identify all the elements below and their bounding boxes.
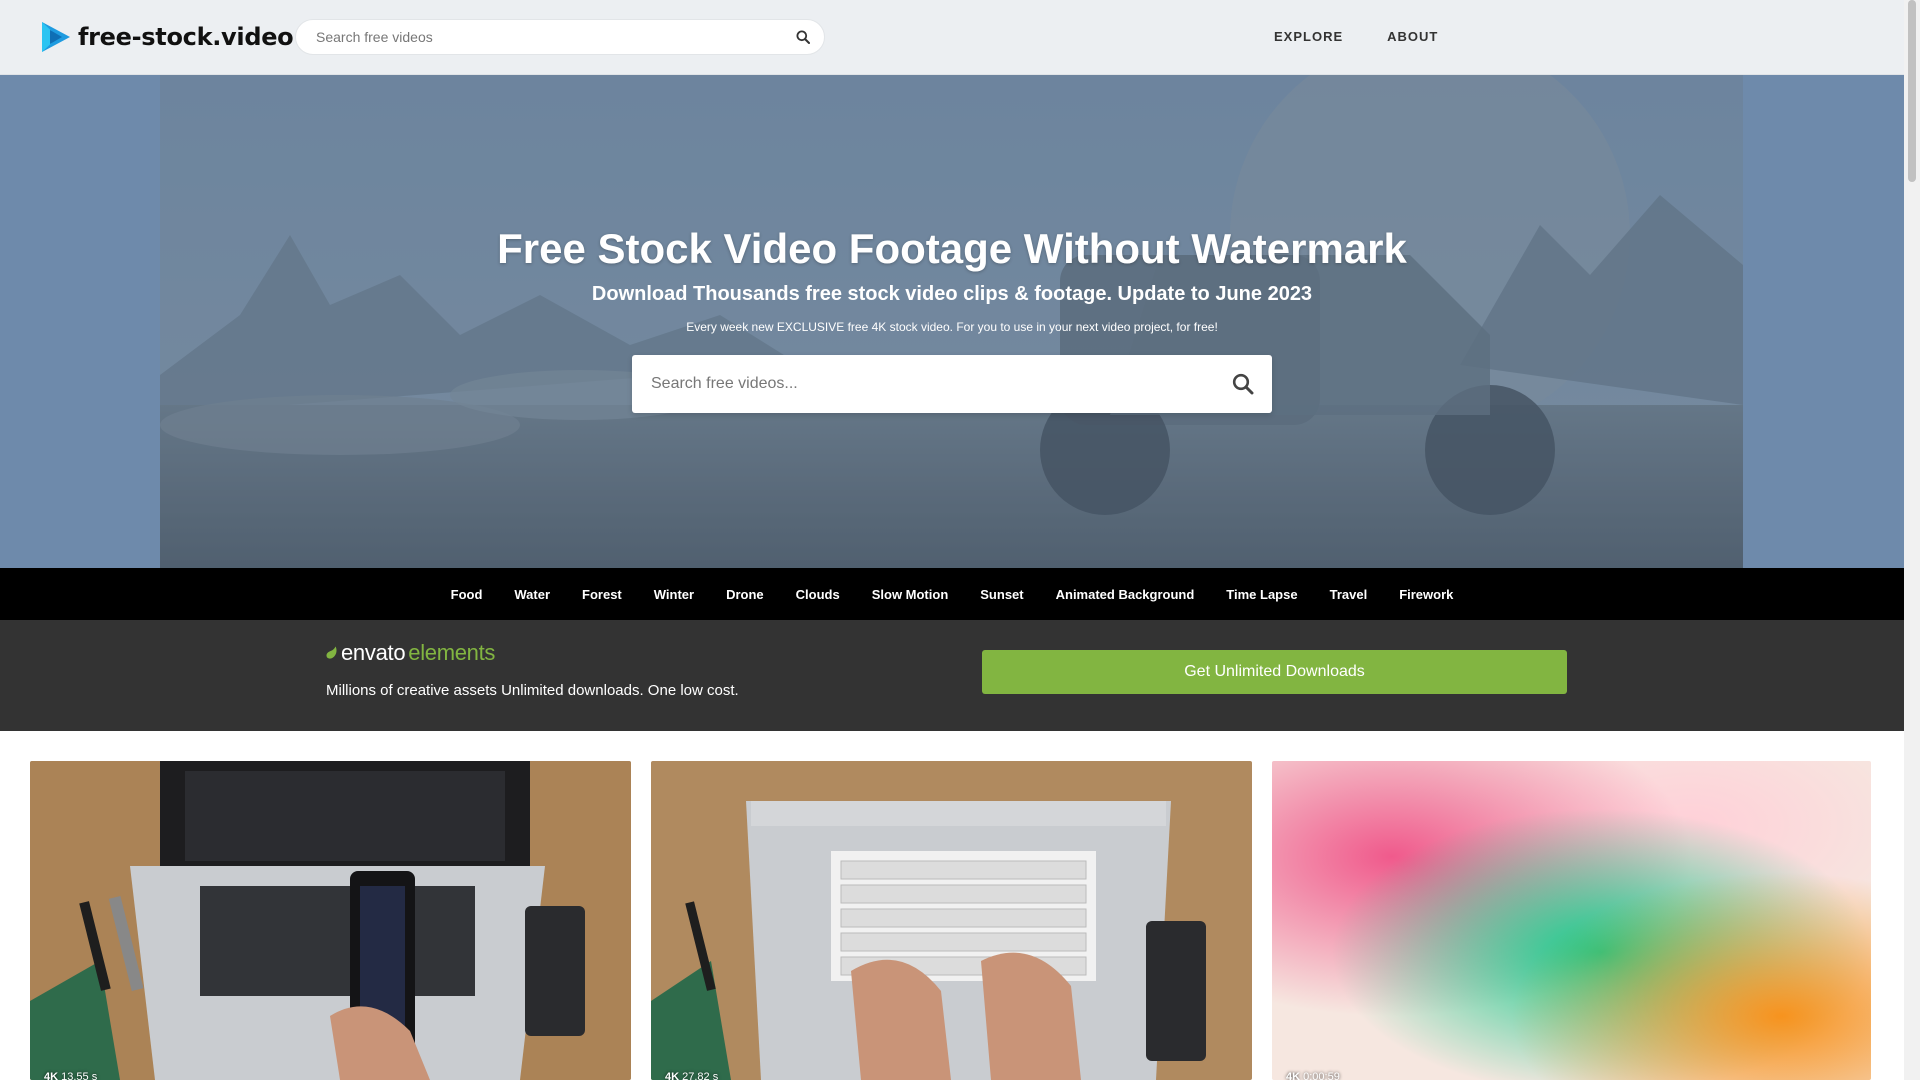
scrollbar-thumb[interactable]	[1908, 0, 1916, 182]
top-navigation-bar: free-stock.video EXPLORE ABOUT	[0, 0, 1904, 75]
hero-section: Free Stock Video Footage Without Waterma…	[0, 75, 1904, 568]
category-animated-background[interactable]: Animated Background	[1040, 587, 1211, 602]
category-food[interactable]: Food	[435, 587, 499, 602]
category-firework[interactable]: Firework	[1383, 587, 1469, 602]
play-triangle-icon	[42, 22, 70, 52]
video-meta: 4K 0:00:59	[1286, 1071, 1340, 1080]
hero-subtitle: Download Thousands free stock video clip…	[591, 283, 1313, 305]
category-sunset[interactable]: Sunset	[964, 587, 1039, 602]
site-logo[interactable]: free-stock.video	[40, 18, 294, 56]
video-thumbnail[interactable]	[1272, 761, 1871, 1080]
category-slow-motion[interactable]: Slow Motion	[856, 587, 965, 602]
category-travel[interactable]: Travel	[1314, 587, 1384, 602]
nav-about[interactable]: ABOUT	[1387, 29, 1438, 44]
main-nav: EXPLORE ABOUT	[1274, 29, 1438, 44]
search-icon[interactable]	[1232, 373, 1254, 395]
video-duration: 0:00:59	[1303, 1071, 1340, 1080]
envato-brand-name: envato	[341, 640, 406, 665]
nav-explore[interactable]: EXPLORE	[1274, 29, 1343, 44]
search-icon[interactable]	[796, 30, 810, 44]
hero-title: Free Stock Video Footage Without Waterma…	[497, 225, 1407, 272]
promo-tagline: Millions of creative assets Unlimited do…	[326, 682, 739, 699]
category-bar: Food Water Forest Winter Drone Clouds Sl…	[0, 568, 1904, 620]
video-quality-badge: 4K	[44, 1071, 59, 1080]
video-thumbnail[interactable]	[30, 761, 631, 1080]
category-time-lapse[interactable]: Time Lapse	[1210, 587, 1313, 602]
video-card[interactable]: 4K 0:00:59	[1272, 761, 1871, 1080]
page-scrollbar[interactable]	[1904, 0, 1920, 1080]
hero-search-box[interactable]	[632, 355, 1272, 413]
video-duration: 13.55 s	[61, 1071, 98, 1080]
envato-promo-banner: envato elements Millions of creative ass…	[0, 620, 1904, 731]
envato-elements-logo[interactable]: envato elements	[326, 640, 495, 666]
leaf-icon	[326, 646, 337, 659]
header-search-box[interactable]	[295, 19, 825, 55]
video-card[interactable]: 4K 27.82 s	[651, 761, 1252, 1080]
site-name: free-stock.video	[78, 23, 294, 51]
video-meta: 4K 13.55 s	[44, 1071, 97, 1080]
hero-note: Every week new EXCLUSIVE free 4K stock v…	[686, 320, 1218, 334]
category-clouds[interactable]: Clouds	[780, 587, 856, 602]
category-forest[interactable]: Forest	[566, 587, 638, 602]
video-quality-badge: 4K	[665, 1071, 680, 1080]
video-duration: 27.82 s	[682, 1071, 719, 1080]
video-quality-badge: 4K	[1286, 1071, 1301, 1080]
category-winter[interactable]: Winter	[638, 587, 710, 602]
hero-search-input[interactable]	[651, 375, 1232, 393]
get-unlimited-downloads-button[interactable]: Get Unlimited Downloads	[982, 650, 1567, 694]
envato-brand-suffix: elements	[408, 640, 496, 665]
hero-content: Free Stock Video Footage Without Waterma…	[0, 75, 1904, 568]
category-water[interactable]: Water	[498, 587, 566, 602]
video-card[interactable]: 4K 13.55 s	[30, 761, 631, 1080]
header-search-input[interactable]	[316, 29, 796, 45]
video-thumbnail[interactable]	[651, 761, 1252, 1080]
category-drone[interactable]: Drone	[710, 587, 780, 602]
video-meta: 4K 27.82 s	[665, 1071, 718, 1080]
